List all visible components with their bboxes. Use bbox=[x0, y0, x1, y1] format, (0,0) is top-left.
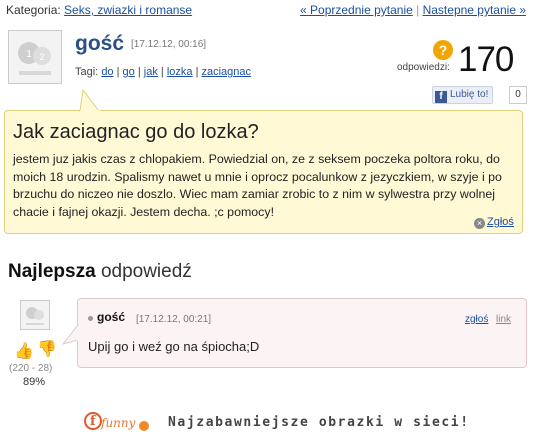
answer-author[interactable]: gość bbox=[97, 310, 125, 324]
svg-text:2: 2 bbox=[39, 52, 44, 62]
answer-bullet bbox=[88, 316, 93, 321]
answers-label: odpowiedzi: bbox=[397, 62, 450, 73]
answer-date: [17.12.12, 00:21] bbox=[136, 314, 212, 325]
best-answer-heading: Najlepsza odpowiedź bbox=[8, 261, 192, 283]
nav-separator: | bbox=[416, 3, 420, 17]
question-icon: ? bbox=[433, 40, 453, 60]
next-question-link[interactable]: Nastepne pytanie » bbox=[423, 3, 526, 17]
category-link[interactable]: Seks, zwiazki i romanse bbox=[64, 3, 192, 17]
question-date: [17.12.12, 00:16] bbox=[131, 39, 207, 50]
question-author[interactable]: gość bbox=[75, 32, 124, 56]
like-button[interactable]: f Lubię to! bbox=[432, 86, 494, 104]
vote-counts: (220 - 28) bbox=[9, 363, 53, 374]
prev-question-link[interactable]: « Poprzednie pytanie bbox=[300, 3, 413, 17]
vote-percent: 89% bbox=[23, 376, 46, 388]
svg-text:f: f bbox=[90, 414, 97, 429]
answers-count: 170 bbox=[458, 40, 514, 79]
question-title: Jak zaciagnac go do lozka? bbox=[13, 121, 259, 143]
like-count: 0 bbox=[509, 86, 527, 104]
question-body: jestem juz jakis czas z chlopakiem. Powi… bbox=[13, 152, 502, 219]
avatar-icon bbox=[26, 307, 44, 325]
category-label: Kategoria: bbox=[6, 3, 61, 17]
answer-pointer bbox=[62, 324, 79, 345]
tag-link[interactable]: zaciagnac bbox=[202, 66, 252, 78]
avatar-icon: 1 2 bbox=[18, 42, 51, 75]
avatar[interactable]: 1 2 bbox=[8, 30, 62, 84]
like-label: Lubię to! bbox=[450, 89, 489, 100]
thumbs-down-icon[interactable]: 👎 bbox=[37, 339, 57, 359]
answer-report-link[interactable]: zgłoś bbox=[465, 314, 488, 325]
tag-link[interactable]: jak bbox=[144, 66, 158, 78]
funny-logo[interactable]: f funny bbox=[83, 403, 151, 439]
close-icon: × bbox=[474, 218, 485, 229]
top-bar: Kategoria: Seks, zwiazki i romanse « Pop… bbox=[6, 3, 526, 17]
answer-permalink[interactable]: link bbox=[496, 314, 511, 325]
tag-link[interactable]: do bbox=[101, 66, 113, 78]
tag-link[interactable]: lozka bbox=[167, 66, 193, 78]
answer-box bbox=[77, 298, 527, 368]
report-button[interactable]: × Zgłoś bbox=[474, 216, 514, 229]
answer-text: Upij go i weź go na śpiocha;D bbox=[88, 339, 260, 354]
logo-text: funny bbox=[100, 416, 136, 430]
tags-label: Tagi: bbox=[75, 66, 99, 78]
best-heading-rest: odpowiedź bbox=[100, 261, 192, 282]
svg-text:1: 1 bbox=[26, 49, 32, 60]
tag-link[interactable]: go bbox=[123, 66, 135, 78]
report-label[interactable]: Zgłoś bbox=[487, 216, 514, 228]
tags: Tagi: do | go | jak | lozka | zaciagnac bbox=[75, 66, 252, 78]
facebook-icon: f bbox=[435, 91, 447, 103]
question-nav: « Poprzednie pytanie | Nastepne pytanie … bbox=[300, 3, 526, 17]
footer-tagline: Najzabawniejsze obrazki w sieci! bbox=[168, 415, 470, 430]
best-heading-bold: Najlepsza bbox=[8, 261, 96, 282]
avatar[interactable] bbox=[20, 300, 50, 330]
bubble-pointer bbox=[79, 88, 101, 112]
thumbs-up-icon[interactable]: 👍 bbox=[14, 341, 34, 361]
